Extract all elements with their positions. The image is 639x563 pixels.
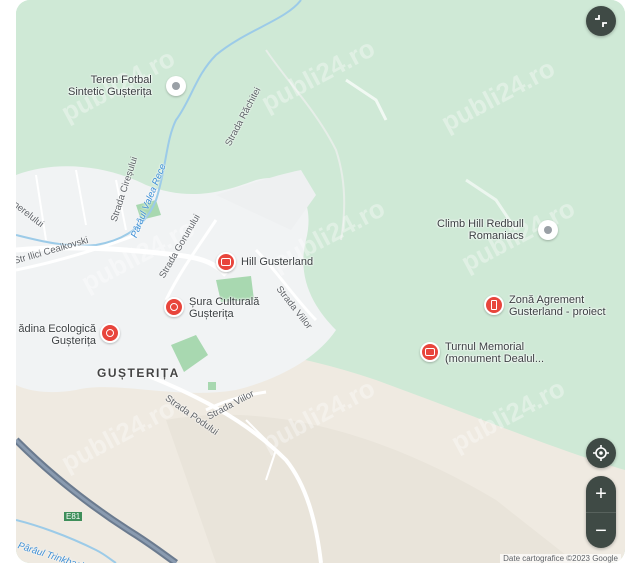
poi-marker-sura-culturala[interactable] [164,297,184,317]
poi-marker-gradina-ecologica[interactable] [100,323,120,343]
my-location-icon [593,445,609,461]
poi-label-hill-gusterland[interactable]: Hill Gusterland [241,256,313,268]
zoom-control: + − [586,476,616,548]
collapse-icon [595,15,607,27]
poi-label-line1: ădina Ecologică [18,323,96,335]
poi-marker-turnul-memorial[interactable] [420,342,440,362]
sport-icon [172,82,180,90]
poi-label-line2: Gușterița [189,308,234,320]
poi-marker-hill-gusterland[interactable] [216,252,236,272]
my-location-button[interactable] [586,438,616,468]
zoom-out-button[interactable]: − [586,512,616,548]
map-view[interactable]: publi24.ro publi24.ro publi24.ro publi24… [16,0,625,563]
place-icon [544,226,552,234]
poi-label-line1: Turnul Memorial [445,341,525,353]
poi-label-turnul-memorial[interactable]: Turnul Memorial (monument Dealul... [445,341,544,365]
poi-label-line1: Teren Fotbal [90,74,152,86]
poi-label-line1: Hill Gusterland [241,256,314,268]
poi-label-line2: (monument Dealul... [445,353,545,365]
poi-label-climb-hill[interactable]: Climb Hill Redbull Romaniacs [437,218,524,242]
poi-marker-teren-fotbal[interactable] [166,76,186,96]
poi-label-line1: Șura Culturală [189,296,260,308]
poi-label-teren-fotbal[interactable]: Teren Fotbal Sintetic Gușterița [68,74,152,98]
zoom-in-button[interactable]: + [586,476,616,512]
town-label: GUȘTERIȚA [97,366,180,380]
poi-label-line2: Gușterița [51,335,96,347]
hotel-icon [221,258,231,266]
exit-fullscreen-button[interactable] [586,6,616,36]
map-attribution[interactable]: Date cartografice ©2023 Google [500,554,621,563]
route-badge-e81: E81 [64,512,83,521]
poi-label-gradina-ecologica[interactable]: ădina Ecologică Gușterița [16,323,96,347]
park-icon [491,300,497,310]
poi-label-line1: Zonă Agrement [509,294,585,306]
poi-marker-zona-agrement[interactable] [484,295,504,315]
flower-icon [106,329,114,337]
poi-label-sura-culturala[interactable]: Șura Culturală Gușterița [189,296,259,320]
poi-label-line2: Romaniacs [468,230,524,242]
poi-label-line2: Gusterland - proiect [509,306,606,318]
poi-label-line1: Climb Hill Redbull [437,218,524,230]
camera-icon [425,348,435,356]
poi-label-line2: Sintetic Gușterița [68,86,152,98]
landmark-icon [170,303,178,311]
poi-marker-climb-hill[interactable] [538,220,558,240]
poi-label-zona-agrement[interactable]: Zonă Agrement Gusterland - proiect [509,294,606,318]
